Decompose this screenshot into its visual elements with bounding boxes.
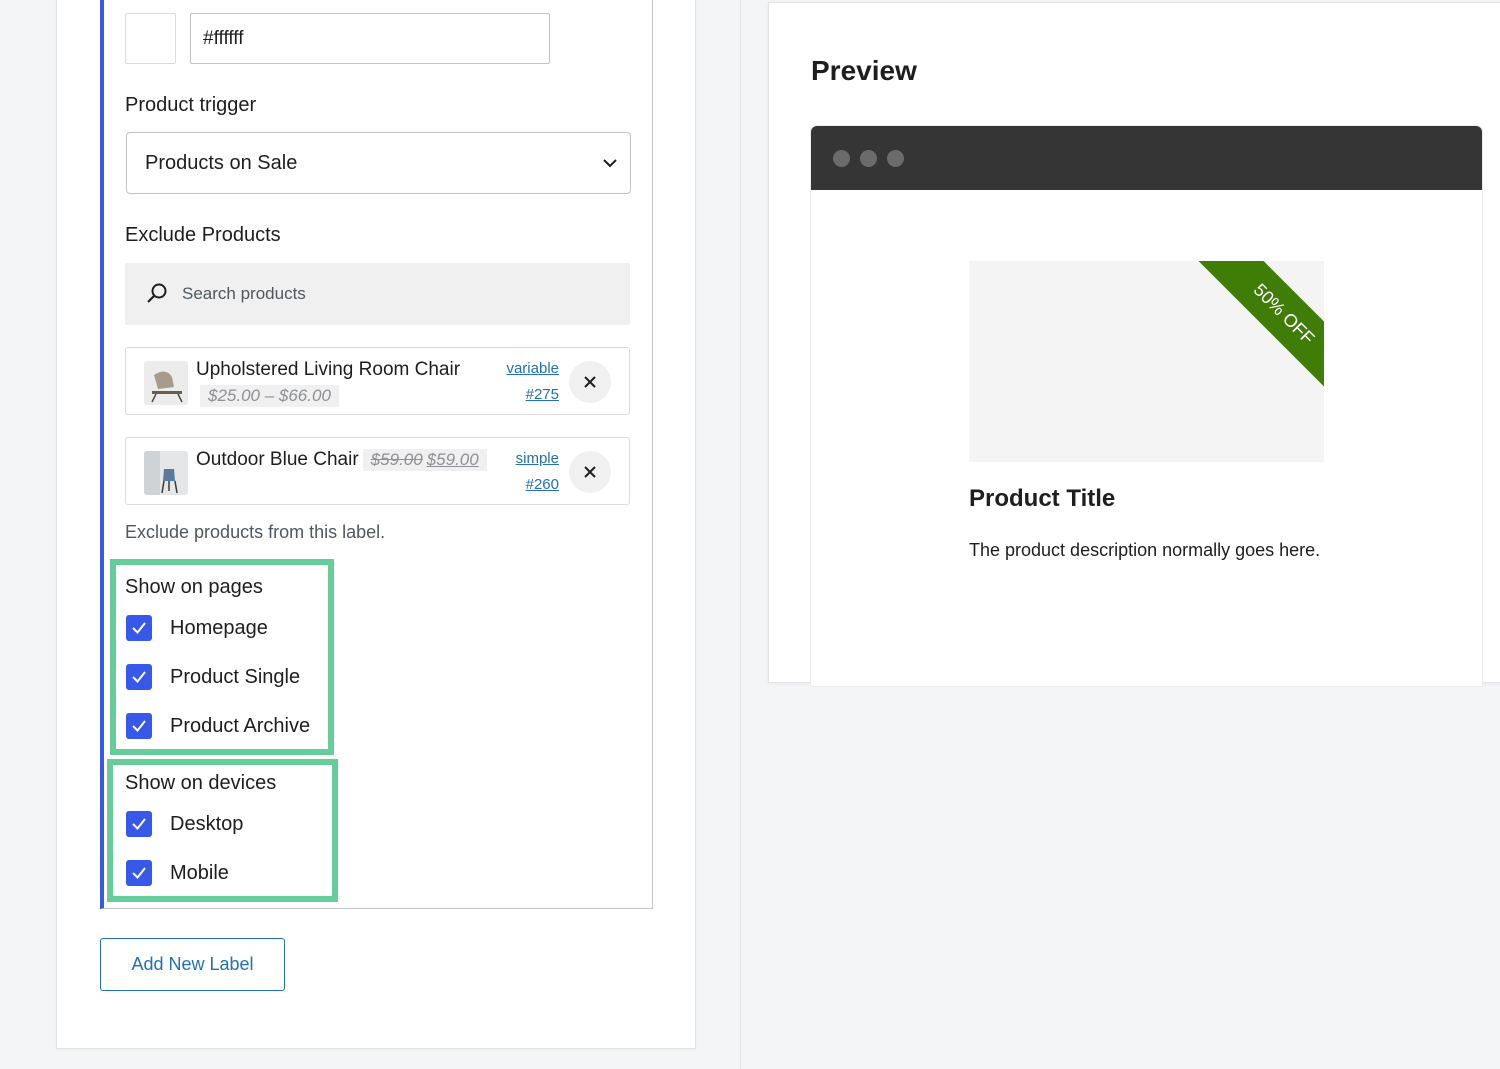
chevron-down-icon: [603, 159, 617, 168]
product-thumbnail: [144, 451, 188, 495]
mobile-checkbox[interactable]: [126, 860, 152, 886]
checkmark-icon: [132, 818, 146, 831]
remove-product-button[interactable]: [569, 451, 611, 493]
product-archive-checkbox[interactable]: [126, 713, 152, 739]
product-type-link[interactable]: variable: [506, 356, 559, 382]
show-on-pages-title: Show on pages: [125, 576, 263, 598]
search-placeholder: Search products: [182, 284, 306, 303]
product-name-text: Upholstered Living Room Chair: [196, 359, 461, 380]
window-dot-icon: [833, 150, 850, 167]
product-trigger-value: Products on Sale: [145, 152, 298, 174]
product-price: $59.00 $59.00: [362, 449, 487, 471]
checkmark-icon: [132, 622, 146, 635]
show-on-devices-title: Show on devices: [125, 772, 277, 794]
product-name-text: Outdoor Blue Chair: [196, 449, 359, 470]
add-new-label-button[interactable]: Add New Label: [100, 938, 285, 991]
product-id-link[interactable]: #275: [506, 382, 559, 408]
color-swatch[interactable]: [125, 13, 176, 64]
excluded-product-row: Upholstered Living Room Chair $25.00 – $6…: [125, 347, 630, 415]
exclude-products-label: Exclude Products: [125, 224, 281, 246]
excluded-product-row: Outdoor Blue Chair $59.00 $59.00 simple #2…: [125, 437, 630, 505]
checkmark-icon: [132, 720, 146, 733]
homepage-label: Homepage: [170, 617, 268, 639]
product-sale-price: $59.00: [426, 450, 479, 469]
product-name: Upholstered Living Room Chair $25.00 – $6…: [196, 357, 496, 409]
close-icon: [584, 376, 596, 388]
product-name: Outdoor Blue Chair $59.00 $59.00: [196, 447, 496, 473]
product-type-link[interactable]: simple: [516, 446, 559, 472]
product-trigger-select[interactable]: Products on Sale: [126, 132, 631, 194]
desktop-label: Desktop: [170, 813, 244, 835]
product-old-price: $59.00: [370, 450, 423, 469]
product-single-checkbox[interactable]: [126, 664, 152, 690]
checkmark-icon: [132, 867, 146, 880]
mobile-label: Mobile: [170, 862, 229, 884]
checkmark-icon: [132, 671, 146, 684]
product-meta: variable #275: [506, 356, 559, 408]
product-single-label: Product Single: [170, 666, 301, 688]
homepage-checkbox[interactable]: [126, 615, 152, 641]
close-icon: [584, 466, 596, 478]
product-archive-label: Product Archive: [170, 715, 311, 737]
product-meta: simple #260: [516, 446, 559, 498]
remove-product-button[interactable]: [569, 361, 611, 403]
preview-title: Preview: [811, 55, 917, 86]
desktop-checkbox[interactable]: [126, 811, 152, 837]
sale-ribbon-badge: 50% OFF: [1182, 261, 1324, 416]
product-search-input[interactable]: Search products: [125, 263, 630, 325]
product-trigger-label: Product trigger: [125, 94, 257, 116]
product-price: $25.00 – $66.00: [200, 385, 339, 407]
browser-toolbar: [811, 126, 1482, 190]
exclude-help-text: Exclude products from this label.: [125, 522, 386, 542]
window-dot-icon: [860, 150, 877, 167]
window-dot-icon: [887, 150, 904, 167]
product-image-placeholder: 50% OFF: [969, 261, 1324, 462]
preview-product-title: Product Title: [969, 485, 1116, 512]
search-icon: [147, 283, 167, 303]
product-id-link[interactable]: #260: [516, 472, 559, 498]
panel-divider: [740, 0, 741, 1069]
product-thumbnail: [144, 361, 188, 405]
color-hex-input[interactable]: #ffffff: [190, 13, 550, 64]
preview-product-description: The product description normally goes he…: [969, 540, 1321, 560]
